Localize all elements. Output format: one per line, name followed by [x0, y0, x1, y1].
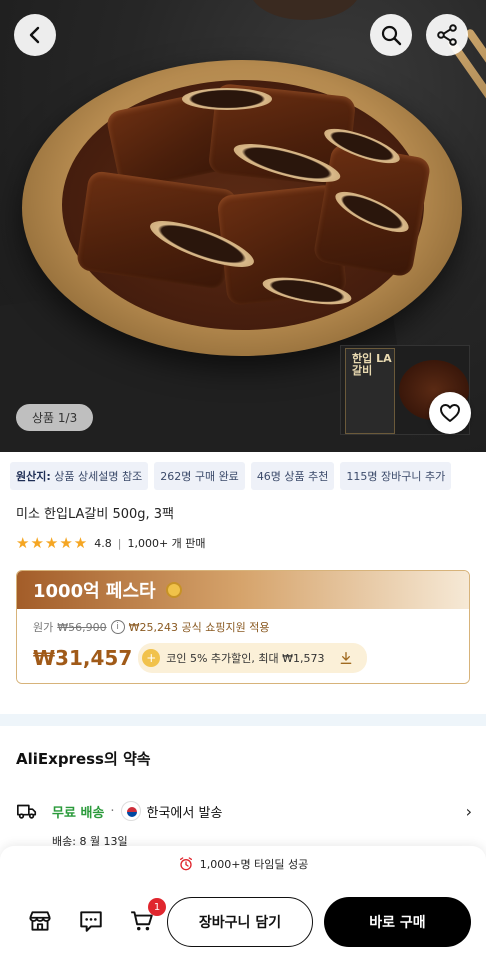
image-counter: 상품 1/3	[16, 404, 94, 431]
sale-price: ₩31,457	[33, 646, 133, 670]
add-to-cart-button[interactable]: 장바구니 담기	[167, 897, 313, 947]
coin-discount-text: 코인 5% 추가할인, 최대 ₩1,573	[166, 652, 325, 665]
tag-origin[interactable]: 원산지: 상품 상세설명 참조	[10, 462, 149, 490]
share-icon	[437, 24, 457, 46]
promise-title: AliExpress의 약속	[16, 750, 151, 768]
truck-icon	[17, 804, 37, 819]
download-icon[interactable]	[335, 647, 357, 669]
section-divider	[0, 714, 486, 726]
cart-count-badge: 1	[148, 898, 166, 916]
info-icon[interactable]: i	[110, 620, 125, 634]
free-shipping-label: 무료 배송	[52, 805, 105, 821]
bottom-action-bar: 1,000+명 타임딜 성공 1 장바구니 담기 바로 구매	[0, 846, 486, 960]
shipping-row[interactable]: 무료 배송 · 한국에서 발송 ›	[16, 800, 472, 822]
rating-row[interactable]: ★★★★★ 4.8 | 1,000+ 개 판매	[16, 534, 206, 552]
share-button[interactable]	[426, 14, 468, 56]
search-icon	[381, 25, 402, 46]
store-button[interactable]	[25, 906, 55, 936]
star-rating-icon: ★★★★★	[16, 534, 89, 552]
galbi-plate-image	[22, 60, 462, 356]
original-price: ₩56,900	[57, 620, 107, 634]
buy-now-button[interactable]: 바로 구매	[324, 897, 471, 947]
product-image-carousel[interactable]: 상품 1/3 한입 LA갈비	[0, 0, 486, 452]
chevron-right-icon: ›	[465, 801, 472, 821]
tag-cart-added: 115명 장바구니 추가	[340, 462, 452, 490]
chat-button[interactable]	[76, 906, 106, 936]
korea-flag-icon	[120, 801, 141, 821]
wishlist-button[interactable]	[429, 392, 471, 434]
coin-plus-icon: +	[142, 649, 161, 667]
chevron-left-icon	[29, 26, 40, 44]
tag-purchased: 262명 구매 완료	[154, 462, 245, 490]
store-icon	[29, 911, 51, 931]
heart-icon	[440, 404, 460, 422]
fest-banner: 1000억 페스타	[17, 571, 469, 609]
sold-count: 1,000+ 개 판매	[127, 537, 206, 550]
alarm-clock-icon	[179, 857, 192, 871]
tag-recommended: 46명 상품 추천	[250, 462, 335, 490]
original-price-row: 원가 ₩56,900 i ₩25,243 공식 쇼핑지원 적용	[33, 620, 270, 634]
fest-title: 1000억 페스타	[33, 581, 156, 602]
rating-value: 4.8	[94, 536, 112, 550]
search-button[interactable]	[370, 14, 412, 56]
coin-icon	[165, 582, 182, 598]
ship-from-label: 한국에서 발송	[146, 805, 223, 821]
chat-icon	[80, 911, 102, 932]
timedeal-status: 1,000+명 타임딜 성공	[0, 856, 486, 872]
deal-box: 1000억 페스타 원가 ₩56,900 i ₩25,243 공식 쇼핑지원 적…	[16, 570, 470, 684]
side-dish-image	[250, 0, 360, 20]
coin-discount-pill[interactable]: + 코인 5% 추가할인, 최대 ₩1,573	[138, 643, 367, 673]
product-title: 미소 한입LA갈비 500g, 3팩	[16, 507, 175, 522]
back-button[interactable]	[14, 14, 56, 56]
shopping-subsidy: ₩25,243 공식 쇼핑지원 적용	[128, 621, 270, 634]
package-title: 한입 LA갈비	[352, 352, 392, 377]
info-tags: 원산지: 상품 상세설명 참조 262명 구매 완료 46명 상품 추천 115…	[10, 462, 452, 490]
